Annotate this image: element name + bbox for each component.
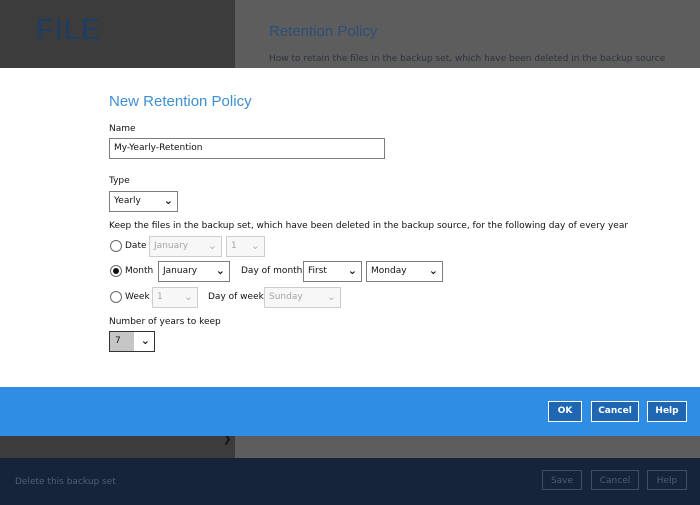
week-number-value: 1 [157,292,163,302]
cancel-button[interactable]: Cancel [591,401,639,422]
month-select-value: January [163,266,198,276]
years-select-value: 7 [115,336,121,346]
years-select-highlight [110,332,134,351]
type-select[interactable]: Yearly ⌄ [109,191,178,212]
month-select[interactable]: January ⌄ [158,261,230,282]
type-select-value: Yearly [114,196,141,206]
years-select[interactable]: 7 ⌄ [109,331,155,352]
chevron-down-icon: ⌄ [215,264,225,277]
chevron-down-icon: ⌄ [326,290,336,303]
month-radio-label: Month [125,266,154,276]
app-title: FILE [36,14,102,46]
month-radio[interactable] [110,265,122,277]
chevron-down-icon: ⌄ [183,290,193,303]
ok-button[interactable]: OK [548,401,582,422]
date-radio[interactable] [110,240,122,252]
chevron-down-icon: ⌄ [347,264,357,277]
day-of-month-label: Day of month [241,266,303,276]
day-of-week-select: Sunday ⌄ [264,287,341,308]
date-day-select: 1 ⌄ [226,236,265,257]
weekday-select-value: Monday [371,266,407,276]
chevron-down-icon: ⌄ [163,194,173,207]
day-of-week-value: Sunday [269,292,303,302]
week-number-select: 1 ⌄ [152,287,198,308]
type-label: Type [109,176,130,186]
section-description: How to retain the files in the backup se… [269,54,666,64]
date-month-value: January [154,241,189,251]
years-label: Number of years to keep [109,317,221,327]
background-save-button: Save [542,470,582,490]
chevron-down-icon: ⌄ [250,239,260,252]
dialog-title: New Retention Policy [109,93,252,110]
background-cancel-button: Cancel [591,470,639,490]
section-heading: Retention Policy [269,23,378,40]
name-label: Name [109,124,136,134]
chevron-down-icon: ⌄ [207,239,217,252]
date-month-select: January ⌄ [149,236,222,257]
day-of-week-label: Day of week [208,292,264,302]
day-of-month-value: First [308,266,327,276]
chevron-down-icon: ⌄ [428,264,438,277]
background-help-button: Help [647,470,687,490]
week-radio[interactable] [110,291,122,303]
retention-policy-dialog: New Retention Policy Name My-Yearly-Rete… [0,68,700,387]
chevron-down-icon: ⌄ [140,334,150,347]
date-radio-label: Date [125,241,147,251]
weekday-select[interactable]: Monday ⌄ [366,261,443,282]
help-button[interactable]: Help [647,401,687,422]
week-radio-label: Week [125,292,150,302]
day-of-month-select[interactable]: First ⌄ [303,261,362,282]
name-input[interactable]: My-Yearly-Retention [109,138,385,159]
delete-backup-set-link: Delete this backup set [15,477,116,487]
keep-description: Keep the files in the backup set, which … [109,221,629,231]
date-day-value: 1 [231,241,237,251]
